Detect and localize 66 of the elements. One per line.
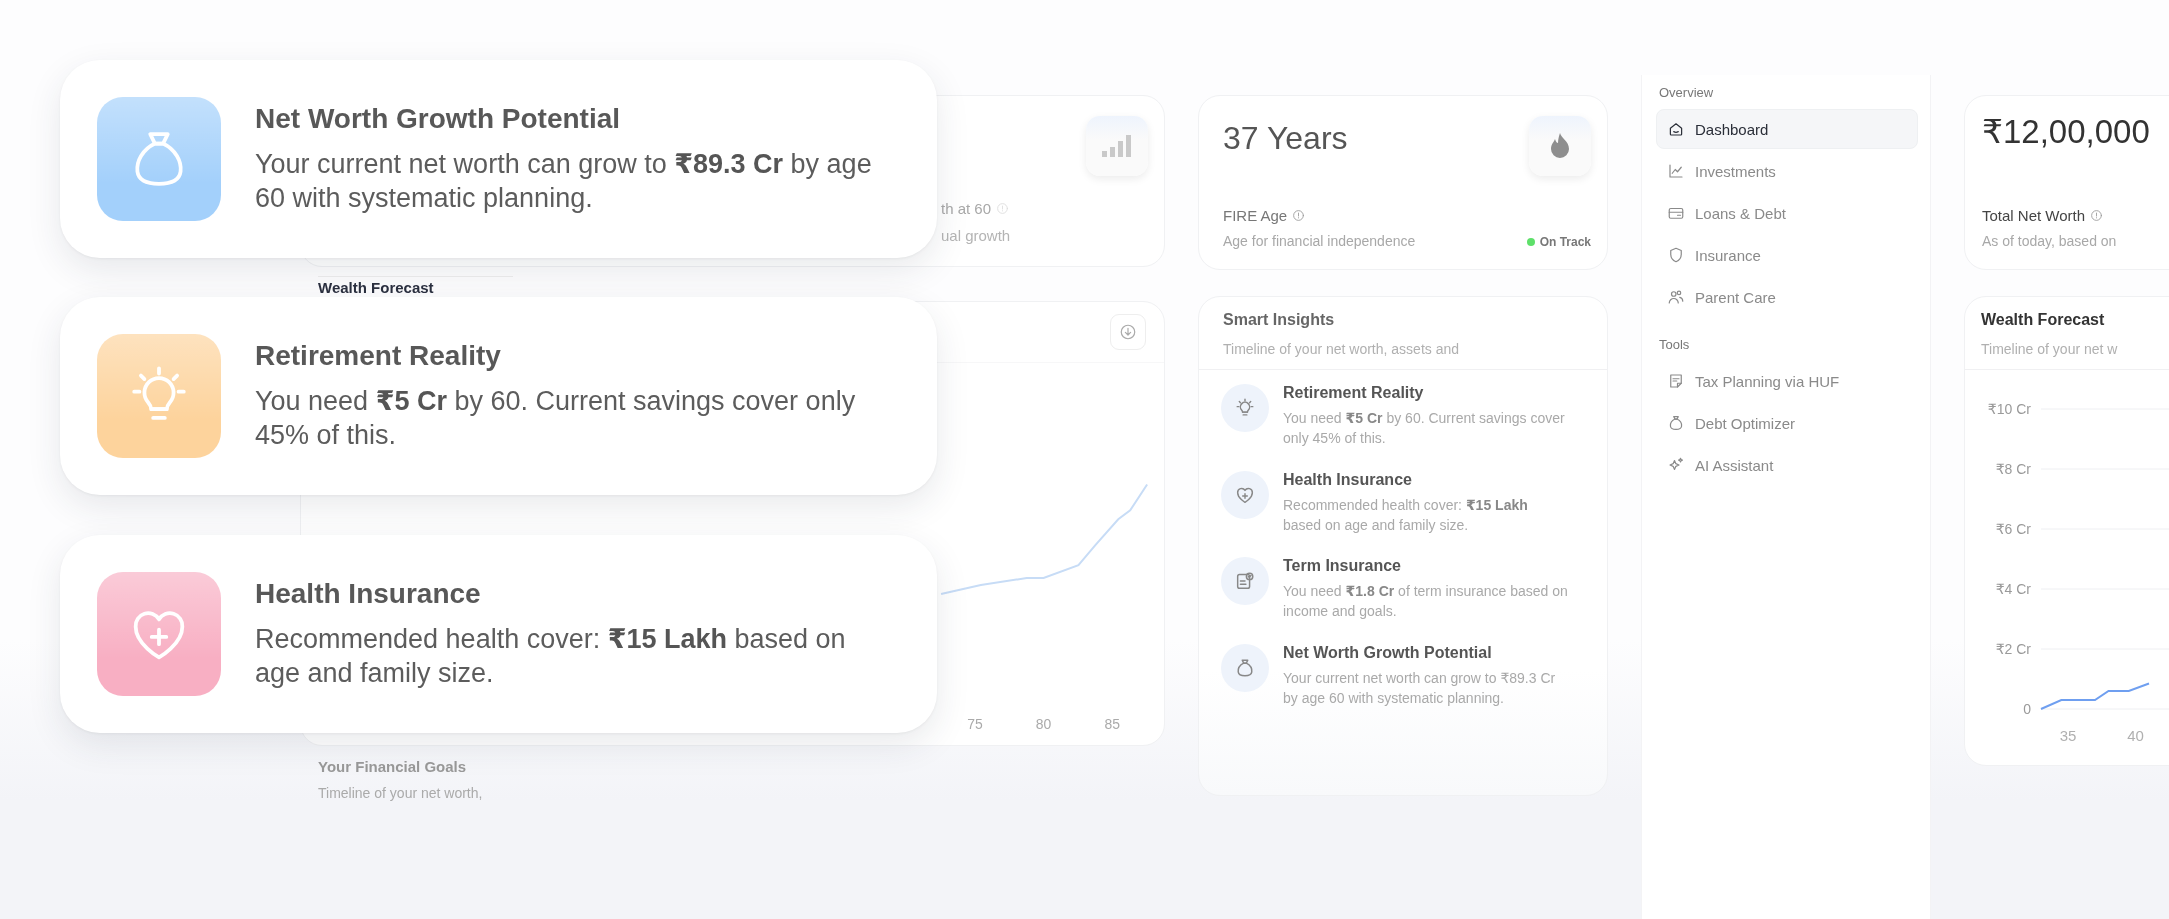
axis-label: ₹10 Cr: [1987, 401, 2031, 417]
sidebar-item[interactable]: AI Assistant: [1656, 445, 1918, 485]
axis-label: 35: [2059, 727, 2077, 744]
section-title: Your Financial Goals: [318, 758, 468, 775]
card-text: You need ₹5 Cr by 60. Current savings cover only 45% of this.: [255, 384, 857, 452]
flame-icon: [1549, 132, 1571, 160]
card-title: Health Insurance: [255, 577, 482, 610]
info-icon: [996, 202, 1010, 215]
status-label: On Track: [1539, 235, 1591, 249]
insight-text: You need ₹5 Cr by 60. Current savings cover only 45% of this.: [1283, 409, 1566, 449]
axis-label: 40: [2127, 727, 2144, 744]
info-icon: [1292, 209, 1306, 222]
card-text: Your current net worth can grow to ₹89.3 Cr by age 60 with systematic planning.: [255, 147, 873, 215]
axis-label: 80: [1035, 716, 1052, 733]
shield-icon: [1667, 246, 1685, 264]
metric-subtitle: Age for financial independence: [1223, 233, 1416, 249]
sidebar-item[interactable]: Dashboard: [1656, 109, 1918, 149]
axis-label: ₹2 Cr: [1995, 641, 2031, 657]
sidebar-item[interactable]: Loans & Debt: [1656, 193, 1918, 233]
info-icon: [2090, 209, 2104, 222]
money-bag-icon: [1667, 414, 1685, 432]
card-subtitle: Timeline of your net w: [1981, 341, 2119, 357]
sidebar-item[interactable]: Insurance: [1656, 235, 1918, 275]
card-text: Recommended health cover: ₹15 Lakh based on age and family size.: [255, 622, 847, 690]
axis-label: ₹8 Cr: [1995, 461, 2031, 477]
insight-text: You need ₹1.8 Cr of term insurance based on income and goals.: [1283, 582, 1568, 622]
people-icon: [1667, 288, 1685, 306]
download-button[interactable]: [1110, 313, 1146, 350]
insight-title: Retirement Reality: [1283, 384, 1425, 402]
status-dot: [1526, 238, 1535, 246]
note-icon: [1667, 372, 1685, 390]
sidebar-item[interactable]: Investments: [1656, 151, 1918, 191]
metric-value: 37 Years: [1223, 120, 1348, 157]
card-title: Wealth Forecast: [1981, 311, 2106, 329]
metric-label: Total Net Worth: [1982, 207, 2086, 224]
card-title: Smart Insights: [1223, 311, 1336, 329]
card-title: Net Worth Growth Potential: [255, 102, 622, 135]
metric-value: ₹12,00,000: [1982, 112, 2151, 151]
axis-label: 85: [1104, 716, 1121, 733]
axis-label: 75: [967, 716, 983, 733]
section-heading: Overview: [1659, 85, 1715, 100]
section-subtitle: Timeline of your net worth,: [318, 785, 484, 801]
section-heading: Tools: [1659, 337, 1691, 352]
axis-label: 0: [2023, 701, 2031, 717]
insight-title: Health Insurance: [1283, 470, 1413, 489]
axis-label: ₹6 Cr: [1995, 521, 2031, 537]
line-chart-icon: [1667, 162, 1685, 180]
bar-chart-icon: [1102, 135, 1132, 157]
insight-title: Term Insurance: [1283, 557, 1402, 576]
sidebar-item[interactable]: Tax Planning via HUF: [1656, 361, 1918, 401]
card-title: Retirement Reality: [255, 339, 502, 372]
axis-label: ₹4 Cr: [1995, 581, 2031, 597]
home-icon: [1667, 120, 1685, 138]
metric-subtitle: As of today, based on: [1982, 233, 2118, 249]
insight-title: Net Worth Growth Potential: [1283, 643, 1493, 662]
stat-subtitle: ual growth: [941, 227, 1012, 244]
insight-text: Your current net worth can grow to ₹89.3 Cr by age 60 with systematic planning.: [1283, 668, 1557, 709]
sidebar-item[interactable]: Parent Care: [1656, 277, 1918, 317]
panel-title: Wealth Forecast: [318, 276, 513, 296]
insight-text: Recommended health cover: ₹15 Lakh based on age and family size.: [1283, 495, 1529, 535]
card-subtitle: Timeline of your net worth, assets and: [1223, 341, 1461, 357]
metric-label: FIRE Age: [1223, 207, 1288, 224]
light-bulb-icon: [1234, 397, 1256, 419]
download-icon: [1119, 322, 1137, 341]
sidebar-item[interactable]: Debt Optimizer: [1656, 403, 1918, 443]
stat-label: th at 60: [941, 200, 992, 217]
